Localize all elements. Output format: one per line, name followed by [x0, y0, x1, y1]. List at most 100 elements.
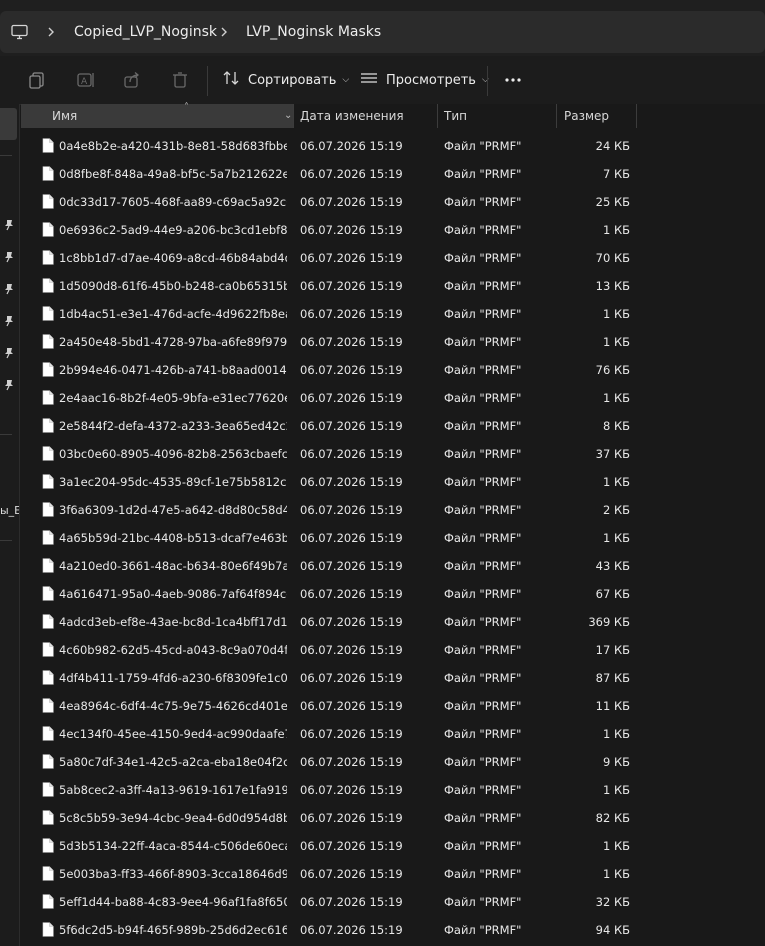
file-name[interactable]: 0a4e8b2e-a420-431b-8e81-58d683fbbebe... [59, 132, 287, 160]
file-row[interactable]: 2e4aac16-8b2f-4e05-9bfa-e31ec77620e2....… [21, 384, 765, 412]
file-name[interactable]: 0d8fbe8f-848a-49a8-bf5c-5a7b212622e3.... [59, 160, 287, 188]
file-row[interactable]: 2b994e46-0471-426b-a741-b8aad00146aa... 0… [21, 356, 765, 384]
pin-icon[interactable] [4, 376, 14, 391]
column-divider[interactable] [556, 104, 557, 128]
file-row[interactable]: 5e003ba3-ff33-466f-8903-3cca18646d91....… [21, 860, 765, 888]
file-row[interactable]: 03bc0e60-8905-4096-82b8-2563cbaefc16....… [21, 440, 765, 468]
file-row[interactable]: 1d5090d8-61f6-45b0-b248-ca0b65315b95....… [21, 272, 765, 300]
file-name[interactable]: 03bc0e60-8905-4096-82b8-2563cbaefc16.... [59, 440, 287, 468]
file-row[interactable]: 4c60b982-62d5-45cd-a043-8c9a070d4f99....… [21, 636, 765, 664]
file-icon [42, 334, 54, 349]
file-row[interactable]: 1db4ac51-e3e1-476d-acfe-4d9622fb8eaa....… [21, 300, 765, 328]
file-row[interactable]: 1c8bb1d7-d7ae-4069-a8cd-46b84abd4de... 06… [21, 244, 765, 272]
file-name[interactable]: 4ea8964c-6df4-4c75-9e75-4626cd401e90.... [59, 692, 287, 720]
breadcrumb-copied-lvp-noginsk[interactable]: Copied_LVP_Noginsk [74, 23, 217, 41]
file-row[interactable]: 5d3b5134-22ff-4aca-8544-c506de60eca7....… [21, 832, 765, 860]
file-row[interactable]: 2a450e48-5bd1-4728-97ba-a6fe89f97996....… [21, 328, 765, 356]
file-row[interactable]: 0dc33d17-7605-468f-aa89-c69ac5a92c6d....… [21, 188, 765, 216]
nav-selected-item[interactable] [0, 108, 17, 140]
pin-icon[interactable] [4, 280, 14, 295]
file-name[interactable]: 2e4aac16-8b2f-4e05-9bfa-e31ec77620e2.... [59, 384, 287, 412]
breadcrumb-lvp-noginsk-masks[interactable]: LVP_Noginsk Masks [246, 23, 381, 41]
file-size: 1 КБ [602, 223, 630, 237]
file-type: Файл "PRMF" [444, 139, 522, 153]
share-icon[interactable] [122, 70, 142, 90]
file-name[interactable]: 4ec134f0-45ee-4150-9ed4-ac990daafe75.... [59, 720, 287, 748]
file-name[interactable]: 4a616471-95a0-4aeb-9086-7af64f894ce5.... [59, 580, 287, 608]
file-size: 32 КБ [595, 895, 630, 909]
file-row[interactable]: 4a65b59d-21bc-4408-b513-dcaf7e463b9d....… [21, 524, 765, 552]
file-name[interactable]: 0dc33d17-7605-468f-aa89-c69ac5a92c6d.... [59, 188, 287, 216]
file-row[interactable]: 4a210ed0-3661-48ac-b634-80e6f49b7ac4....… [21, 552, 765, 580]
file-row[interactable]: 5c8c5b59-3e94-4cbc-9ea4-6d0d954d8bfb....… [21, 804, 765, 832]
file-icon [42, 194, 54, 209]
file-date-modified: 06.07.2026 15:19 [300, 391, 403, 405]
file-name[interactable]: 4c60b982-62d5-45cd-a043-8c9a070d4f99.... [59, 636, 287, 664]
file-name[interactable]: 4a210ed0-3661-48ac-b634-80e6f49b7ac4.... [59, 552, 287, 580]
file-name[interactable]: 5ab8cec2-a3ff-4a13-9619-1617e1fa919e.p..… [59, 776, 287, 804]
sort-button[interactable]: Сортировать ⌵ [222, 68, 349, 92]
file-name[interactable]: 4a65b59d-21bc-4408-b513-dcaf7e463b9d.... [59, 524, 287, 552]
column-header-type[interactable]: Тип [444, 104, 467, 128]
chevron-down-icon[interactable]: ⌄ [284, 104, 292, 128]
file-name[interactable]: 5f6dc2d5-b94f-465f-989b-25d6d2ec6163.... [59, 916, 287, 944]
column-header-size[interactable]: Размер [564, 104, 609, 128]
file-row[interactable]: 3f6a6309-1d2d-47e5-a642-d8d80c58d488....… [21, 496, 765, 524]
file-name[interactable]: 3a1ec204-95dc-4535-89cf-1e75b5812c08.... [59, 468, 287, 496]
file-row[interactable]: 5f6dc2d5-b94f-465f-989b-25d6d2ec6163....… [21, 916, 765, 944]
file-name[interactable]: 5eff1d44-ba88-4c83-9ee4-96af1fa8f650.p..… [59, 888, 287, 916]
file-name[interactable]: 4df4b411-1759-4fd6-a230-6f8309fe1c0f.p..… [59, 664, 287, 692]
file-name[interactable]: 3f6a6309-1d2d-47e5-a642-d8d80c58d488.... [59, 496, 287, 524]
file-name[interactable]: 5a80c7df-34e1-42c5-a2ca-eba18e04f2c0.... [59, 748, 287, 776]
column-header-name[interactable]: ˄ Имя ⌄ [21, 102, 293, 128]
file-size: 17 КБ [595, 643, 630, 657]
pin-icon[interactable] [4, 216, 14, 231]
file-name[interactable]: 5d3b5134-22ff-4aca-8544-c506de60eca7.... [59, 832, 287, 860]
more-icon[interactable] [503, 72, 523, 88]
file-row[interactable]: 0d8fbe8f-848a-49a8-bf5c-5a7b212622e3....… [21, 160, 765, 188]
file-name[interactable]: 1db4ac51-e3e1-476d-acfe-4d9622fb8eaa.... [59, 300, 287, 328]
file-name[interactable]: 2b994e46-0471-426b-a741-b8aad00146aa... [59, 356, 287, 384]
file-row[interactable]: 4adcd3eb-ef8e-43ae-bc8d-1ca4bff17d1e....… [21, 608, 765, 636]
file-name[interactable]: 5e003ba3-ff33-466f-8903-3cca18646d91.... [59, 860, 287, 888]
pin-icon[interactable] [4, 248, 14, 263]
chevron-right-icon[interactable] [219, 25, 229, 39]
file-row[interactable]: 4a616471-95a0-4aeb-9086-7af64f894ce5....… [21, 580, 765, 608]
file-icon [42, 642, 54, 657]
column-divider[interactable] [437, 104, 438, 128]
rename-icon[interactable]: A [76, 70, 96, 90]
file-name[interactable]: 2e5844f2-defa-4372-a233-3ea65ed42c2f.... [59, 412, 287, 440]
delete-icon[interactable] [170, 70, 190, 90]
column-divider[interactable] [636, 104, 637, 128]
file-name[interactable]: 1d5090d8-61f6-45b0-b248-ca0b65315b95.... [59, 272, 287, 300]
file-name[interactable]: 4adcd3eb-ef8e-43ae-bc8d-1ca4bff17d1e.... [59, 608, 287, 636]
column-header-date[interactable]: Дата изменения [300, 104, 404, 128]
view-button[interactable]: Просмотреть ⌵ [360, 68, 489, 92]
pin-icon[interactable] [4, 312, 14, 327]
column-divider[interactable] [293, 104, 294, 128]
pin-icon[interactable] [4, 344, 14, 359]
file-date-modified: 06.07.2026 15:19 [300, 587, 403, 601]
file-row[interactable]: 3a1ec204-95dc-4535-89cf-1e75b5812c08....… [21, 468, 765, 496]
file-type: Файл "PRMF" [444, 363, 522, 377]
computer-icon[interactable] [10, 24, 30, 40]
file-name[interactable]: 2a450e48-5bd1-4728-97ba-a6fe89f97996.... [59, 328, 287, 356]
file-name[interactable]: 1c8bb1d7-d7ae-4069-a8cd-46b84abd4de... [59, 244, 287, 272]
copy-icon[interactable] [27, 70, 47, 90]
file-name[interactable]: 0e6936c2-5ad9-44e9-a206-bc3cd1ebf8c5.... [59, 216, 287, 244]
file-row[interactable]: 4df4b411-1759-4fd6-a230-6f8309fe1c0f.p..… [21, 664, 765, 692]
address-bar[interactable]: Copied_LVP_Noginsk LVP_Noginsk Masks [0, 11, 765, 53]
file-row[interactable]: 0e6936c2-5ad9-44e9-a206-bc3cd1ebf8c5....… [21, 216, 765, 244]
chevron-right-icon[interactable] [46, 25, 56, 39]
file-date-modified: 06.07.2026 15:19 [300, 195, 403, 209]
file-row[interactable]: 5ab8cec2-a3ff-4a13-9619-1617e1fa919e.p..… [21, 776, 765, 804]
file-icon [42, 586, 54, 601]
file-row[interactable]: 2e5844f2-defa-4372-a233-3ea65ed42c2f....… [21, 412, 765, 440]
file-row[interactable]: 4ea8964c-6df4-4c75-9e75-4626cd401e90....… [21, 692, 765, 720]
nav-item-label-partial[interactable]: ы_Е [0, 504, 19, 517]
file-row[interactable]: 5eff1d44-ba88-4c83-9ee4-96af1fa8f650.p..… [21, 888, 765, 916]
file-row[interactable]: 5a80c7df-34e1-42c5-a2ca-eba18e04f2c0....… [21, 748, 765, 776]
file-row[interactable]: 4ec134f0-45ee-4150-9ed4-ac990daafe75....… [21, 720, 765, 748]
file-row[interactable]: 0a4e8b2e-a420-431b-8e81-58d683fbbebe... 0… [21, 132, 765, 160]
file-name[interactable]: 5c8c5b59-3e94-4cbc-9ea4-6d0d954d8bfb.... [59, 804, 287, 832]
